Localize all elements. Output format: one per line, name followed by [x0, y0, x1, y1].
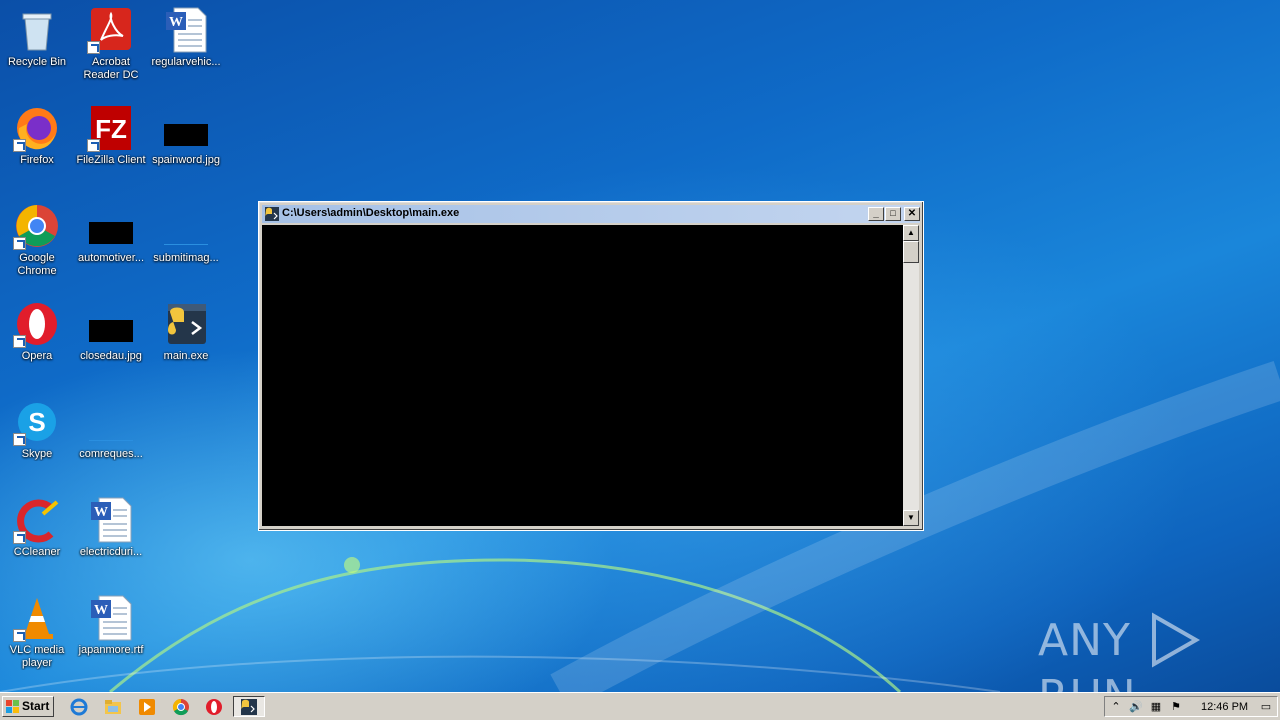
- system-tray: ⌃ 🔊 ▦ ⚑ 12:46 PM ▭: [1104, 696, 1278, 717]
- windows-logo-icon: [6, 700, 19, 713]
- scroll-up-arrow-icon[interactable]: ▲: [903, 225, 919, 241]
- media-player-icon[interactable]: [138, 698, 156, 716]
- desktop-icon-filezilla[interactable]: FZ FileZilla Client: [74, 104, 148, 167]
- ccleaner-icon: [13, 496, 61, 544]
- volume-icon[interactable]: 🔊: [1129, 700, 1143, 714]
- svg-text:W: W: [94, 505, 108, 520]
- taskbar-clock[interactable]: 12:46 PM: [1201, 701, 1248, 713]
- shortcut-arrow-icon: [87, 41, 100, 54]
- desktop-icon-firefox[interactable]: Firefox: [0, 104, 74, 167]
- image-thumbnail-icon: [87, 300, 135, 348]
- network-icon[interactable]: ▦: [1149, 700, 1163, 714]
- image-thumbnail-icon: [162, 104, 210, 152]
- desktop-icon-spainword[interactable]: spainword.jpg: [149, 104, 223, 167]
- shortcut-arrow-icon: [87, 139, 100, 152]
- desktop-icon-submitimag[interactable]: submitimag...: [149, 202, 223, 265]
- window-title: C:\Users\admin\Desktop\main.exe: [282, 207, 460, 219]
- file-explorer-icon[interactable]: [104, 698, 122, 716]
- word-document-icon: W: [87, 594, 135, 642]
- play-logo-icon: [1151, 612, 1200, 668]
- blank-file-icon: [87, 398, 135, 446]
- shortcut-arrow-icon: [13, 139, 26, 152]
- word-document-icon: W: [162, 6, 210, 54]
- desktop-icon-regularvehic[interactable]: W regularvehic...: [149, 6, 223, 69]
- svg-text:W: W: [94, 603, 108, 618]
- desktop-icon-closedau[interactable]: closedau.jpg: [74, 300, 148, 363]
- blank-file-icon: [162, 202, 210, 250]
- word-document-icon: W: [87, 496, 135, 544]
- desktop-icon-opera[interactable]: Opera: [0, 300, 74, 363]
- svg-text:W: W: [169, 15, 183, 30]
- start-button[interactable]: Start: [2, 696, 54, 717]
- svg-text:S: S: [28, 407, 45, 437]
- shortcut-arrow-icon: [13, 531, 26, 544]
- taskbar: Start ⌃ 🔊 ▦ ⚑ 12:46 PM ▭: [0, 692, 1280, 720]
- desktop-icon-ccleaner[interactable]: CCleaner: [0, 496, 74, 559]
- scrollbar-thumb[interactable]: [903, 241, 919, 263]
- desktop-icon-automotiver[interactable]: automotiver...: [74, 202, 148, 265]
- opera-icon: [13, 300, 61, 348]
- vertical-scrollbar[interactable]: ▲ ▼: [903, 225, 919, 526]
- anyrun-watermark: ANY RUN: [1038, 612, 1280, 692]
- show-desktop-icon[interactable]: ▭: [1259, 700, 1273, 714]
- desktop-icon-skype[interactable]: S Skype: [0, 398, 74, 461]
- shortcut-arrow-icon: [13, 433, 26, 446]
- recycle-bin-icon: [13, 6, 61, 54]
- python-exe-icon: [264, 206, 280, 222]
- show-hidden-icons-chevron-up-icon[interactable]: ⌃: [1109, 700, 1123, 714]
- desktop-icon-electricduri[interactable]: W electricduri...: [74, 496, 148, 559]
- acrobat-icon: [87, 6, 135, 54]
- python-exe-icon: [241, 699, 257, 715]
- desktop-icon-vlc[interactable]: VLC media player: [0, 594, 74, 670]
- minimize-button[interactable]: _: [868, 207, 884, 221]
- shortcut-arrow-icon: [13, 335, 26, 348]
- python-exe-icon: [162, 300, 210, 348]
- desktop-icon-acrobat-reader[interactable]: Acrobat Reader DC: [74, 6, 148, 82]
- opera-icon[interactable]: [205, 698, 223, 716]
- internet-explorer-icon[interactable]: [70, 698, 88, 716]
- shortcut-arrow-icon: [13, 629, 26, 642]
- scroll-down-arrow-icon[interactable]: ▼: [903, 510, 919, 526]
- window-titlebar[interactable]: C:\Users\admin\Desktop\main.exe _ □ ✕: [262, 205, 920, 223]
- console-output-area[interactable]: [262, 225, 903, 526]
- close-button[interactable]: ✕: [904, 207, 920, 221]
- desktop: Recycle Bin Firefox Google Chrome Opera …: [0, 0, 1280, 692]
- chrome-icon: [13, 202, 61, 250]
- console-window[interactable]: C:\Users\admin\Desktop\main.exe _ □ ✕ ▲ …: [258, 201, 924, 531]
- action-center-flag-icon[interactable]: ⚑: [1169, 700, 1183, 714]
- desktop-icon-recycle-bin[interactable]: Recycle Bin: [0, 6, 74, 69]
- shortcut-arrow-icon: [13, 237, 26, 250]
- vlc-cone-icon: [13, 594, 61, 642]
- chrome-icon[interactable]: [172, 698, 190, 716]
- firefox-icon: [13, 104, 61, 152]
- desktop-icon-main-exe[interactable]: main.exe: [149, 300, 223, 363]
- filezilla-icon: FZ: [87, 104, 135, 152]
- desktop-icon-google-chrome[interactable]: Google Chrome: [0, 202, 74, 278]
- skype-icon: S: [13, 398, 61, 446]
- desktop-icon-comreques[interactable]: comreques...: [74, 398, 148, 461]
- taskbar-item-main-exe[interactable]: [233, 696, 265, 717]
- maximize-button[interactable]: □: [885, 207, 901, 221]
- image-thumbnail-icon: [87, 202, 135, 250]
- desktop-icon-japanmore[interactable]: W japanmore.rtf: [74, 594, 148, 657]
